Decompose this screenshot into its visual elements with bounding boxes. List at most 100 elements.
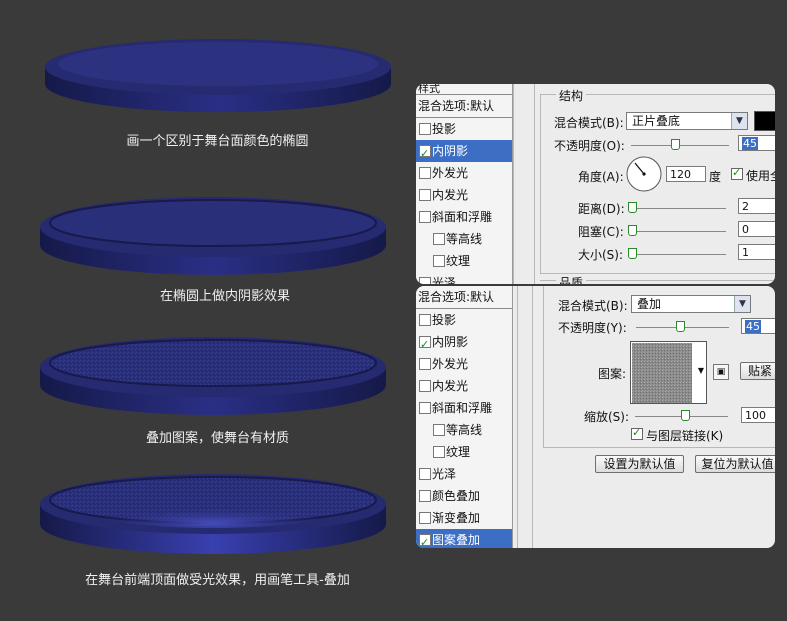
style-item-label: 内发光 <box>432 188 469 202</box>
structure-title: 结构 <box>556 87 587 104</box>
pattern-preview <box>632 343 692 403</box>
caption-step-2: 在椭圆上做内阴影效果 <box>159 289 290 304</box>
chevron-down-icon: ▼ <box>734 296 750 312</box>
style-item-label: 光泽 <box>432 276 457 284</box>
style-item[interactable]: 内发光 <box>416 184 512 206</box>
style-item-label: 等高线 <box>446 423 483 437</box>
angle-field[interactable]: 120 <box>666 166 706 182</box>
style-checkbox[interactable] <box>419 123 431 135</box>
stage-pattern-texture <box>35 325 400 420</box>
style-checkbox[interactable] <box>419 380 431 392</box>
reset-default-button[interactable]: 复位为默认值 <box>695 455 775 473</box>
style-checkbox[interactable] <box>419 512 431 524</box>
style-item[interactable]: 斜面和浮雕 <box>416 397 512 419</box>
blend-options-item[interactable]: 混合选项:默认 <box>416 286 512 309</box>
style-checkbox[interactable] <box>433 424 445 436</box>
snap-to-origin-button[interactable]: 贴紧 <box>740 362 775 380</box>
choke-label: 阻塞(C): <box>578 225 624 239</box>
new-preset-icon[interactable]: ▣ <box>713 364 729 380</box>
slider-thumb[interactable] <box>681 410 690 421</box>
style-checkbox[interactable] <box>419 532 431 548</box>
style-item[interactable]: 投影 <box>416 118 512 140</box>
style-checkbox[interactable] <box>419 143 431 165</box>
stage-inner-shadow <box>35 185 400 280</box>
angle-dial-icon[interactable] <box>625 155 663 193</box>
style-item-label: 斜面和浮雕 <box>432 401 493 415</box>
link-with-layer-checkbox[interactable] <box>631 426 643 440</box>
style-checkbox[interactable] <box>419 402 431 414</box>
style-item-label: 颜色叠加 <box>432 489 481 503</box>
style-item-label: 纹理 <box>446 445 471 459</box>
style-item[interactable]: 投影 <box>416 309 512 331</box>
style-checkbox[interactable] <box>419 167 431 179</box>
style-checkbox[interactable] <box>419 468 431 480</box>
style-checkbox[interactable] <box>433 233 445 245</box>
style-item[interactable]: 内发光 <box>416 375 512 397</box>
style-item[interactable]: 外发光 <box>416 353 512 375</box>
slider-thumb[interactable] <box>628 202 637 213</box>
style-item[interactable]: 外发光 <box>416 162 512 184</box>
quality-title: 品质 <box>556 274 587 284</box>
style-checkbox[interactable] <box>419 277 431 284</box>
divider <box>517 286 518 548</box>
blend-options-item[interactable]: 混合选项:默认 <box>416 95 512 118</box>
scale-slider[interactable] <box>635 410 728 421</box>
caption-step-3: 叠加图案，使舞台有材质 <box>145 431 289 446</box>
blend-mode-select[interactable]: 正片叠底 ▼ <box>626 112 748 130</box>
style-list: 样式 混合选项:默认 投影内阴影外发光内发光斜面和浮雕等高线纹理光泽 <box>416 84 513 284</box>
pattern-picker[interactable]: ▼ <box>630 341 707 404</box>
blend-mode-label: 混合模式(B): <box>558 299 628 313</box>
size-field[interactable]: 1 <box>738 244 775 260</box>
style-item[interactable]: 光泽 <box>416 272 512 284</box>
style-item[interactable]: 等高线 <box>416 419 512 441</box>
blend-mode-value: 叠加 <box>637 297 662 311</box>
style-checkbox[interactable] <box>433 255 445 267</box>
choke-field[interactable]: 0 <box>738 221 775 237</box>
opacity-slider[interactable] <box>631 139 729 150</box>
style-checkbox[interactable] <box>419 358 431 370</box>
opacity-field[interactable]: 45 <box>741 318 775 334</box>
distance-label: 距离(D): <box>578 202 625 216</box>
style-item[interactable]: 等高线 <box>416 228 512 250</box>
pattern-label: 图案: <box>598 367 627 381</box>
blend-mode-select[interactable]: 叠加 ▼ <box>631 295 751 313</box>
size-label: 大小(S): <box>578 248 624 262</box>
style-checkbox[interactable] <box>419 490 431 502</box>
styles-tab-header: 样式 <box>416 84 512 95</box>
style-item-label: 图案叠加 <box>432 533 481 547</box>
chevron-down-icon[interactable]: ▼ <box>698 366 704 375</box>
opacity-field[interactable]: 45 <box>738 135 775 151</box>
distance-field[interactable]: 2 <box>738 198 775 214</box>
caption-step-4: 在舞台前端顶面做受光效果，用画笔工具-叠加 <box>85 573 350 588</box>
size-slider[interactable] <box>628 248 726 259</box>
slider-thumb[interactable] <box>671 139 680 150</box>
choke-slider[interactable] <box>628 225 726 236</box>
divider <box>513 84 514 284</box>
style-checkbox[interactable] <box>419 211 431 223</box>
style-item[interactable]: 内阴影 <box>416 140 512 165</box>
style-item[interactable]: 光泽 <box>416 463 512 485</box>
style-item[interactable]: 斜面和浮雕 <box>416 206 512 228</box>
style-checkbox[interactable] <box>433 446 445 458</box>
style-item[interactable]: 纹理 <box>416 441 512 463</box>
style-item-label: 内阴影 <box>432 144 469 158</box>
style-item[interactable]: 颜色叠加 <box>416 485 512 507</box>
slider-thumb[interactable] <box>628 248 637 259</box>
scale-field[interactable]: 100 <box>741 407 775 423</box>
distance-slider[interactable] <box>628 202 726 213</box>
set-default-button[interactable]: 设置为默认值 <box>595 455 684 473</box>
style-item[interactable]: 图案叠加 <box>416 529 512 548</box>
style-item-label: 外发光 <box>432 166 469 180</box>
style-checkbox[interactable] <box>419 189 431 201</box>
style-checkbox[interactable] <box>419 314 431 326</box>
style-item[interactable]: 渐变叠加 <box>416 507 512 529</box>
slider-thumb[interactable] <box>676 321 685 332</box>
shadow-color-swatch[interactable] <box>754 111 775 131</box>
use-global-light-checkbox[interactable] <box>731 166 743 180</box>
opacity-slider[interactable] <box>636 321 729 332</box>
style-list: 混合选项:默认 投影内阴影外发光内发光斜面和浮雕等高线纹理光泽颜色叠加渐变叠加图… <box>416 286 513 548</box>
style-item[interactable]: 纹理 <box>416 250 512 272</box>
slider-thumb[interactable] <box>628 225 637 236</box>
style-item[interactable]: 内阴影 <box>416 331 512 356</box>
style-checkbox[interactable] <box>419 334 431 356</box>
